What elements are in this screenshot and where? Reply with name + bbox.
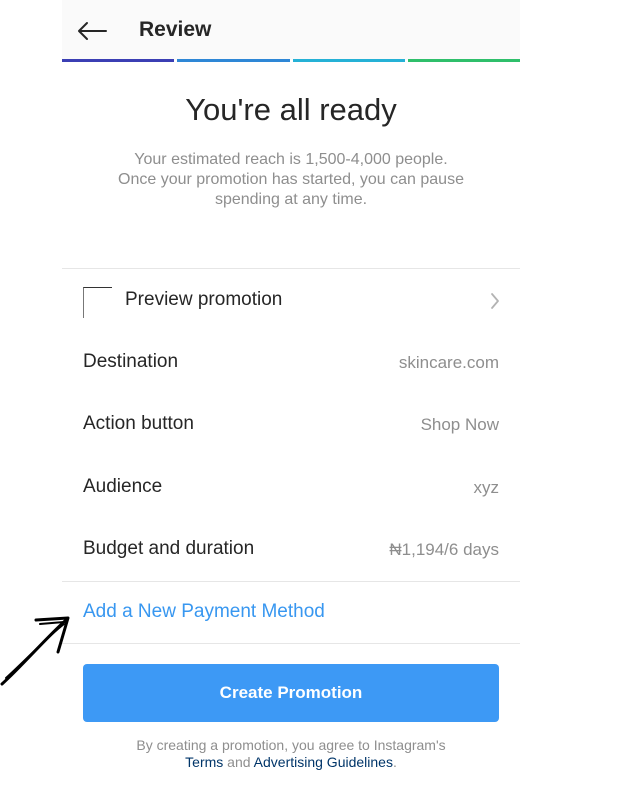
hand-drawn-arrow-annotation [0,616,70,686]
divider [62,268,520,269]
preview-promotion-row[interactable]: Preview promotion [62,270,520,332]
divider [62,643,520,644]
progress-step-4 [407,59,520,62]
preview-thumbnail [83,287,112,318]
budget-duration-label: Budget and duration [83,538,255,559]
add-payment-method-link[interactable]: Add a New Payment Method [83,601,325,623]
reach-description: Your estimated reach is 1,500-4,000 peop… [87,150,495,210]
preview-promotion-label: Preview promotion [125,289,283,310]
budget-duration-value: ₦1,194/6 days [389,540,499,559]
legal-and-text: and [227,754,251,770]
chevron-right-icon [491,293,499,309]
reach-description-line: Once your promotion has started, you can… [118,171,464,188]
action-button-value: Shop Now [420,415,499,434]
back-arrow-icon [78,22,107,40]
destination-row[interactable]: Destination skincare.com [62,332,520,394]
legal-period: . [392,754,397,770]
ready-heading: You're all ready [185,92,397,127]
progress-step-2 [177,59,290,62]
audience-label: Audience [83,476,163,497]
action-button-label: Action button [83,413,194,434]
audience-value: xyz [473,478,500,497]
legal-notice-links: Terms and Advertising Guidelines. [62,754,520,771]
progress-step-1 [62,59,175,62]
audience-row[interactable]: Audience xyz [62,457,520,519]
destination-value: skincare.com [398,353,499,372]
legal-notice: By creating a promotion, you agree to In… [62,737,520,771]
top-bar: Review [62,0,520,60]
reach-description-line: Your estimated reach is 1,500-4,000 peop… [134,151,448,168]
review-screen: Review You're all ready Your estimated r… [62,0,520,793]
budget-duration-row[interactable]: Budget and duration ₦1,194/6 days [62,519,520,581]
back-button[interactable] [74,14,110,48]
step-progress-bar [62,59,520,63]
action-button-row[interactable]: Action button Shop Now [62,394,520,456]
reach-description-line: spending at any time. [214,191,368,208]
progress-step-3 [292,59,405,62]
legal-notice-line: By creating a promotion, you agree to In… [136,737,446,753]
advertising-guidelines-link[interactable]: Advertising Guidelines [254,754,393,770]
terms-link[interactable]: Terms [185,754,223,770]
destination-label: Destination [83,351,179,372]
create-promotion-button[interactable]: Create Promotion [83,664,499,722]
page-title: Review [139,18,212,41]
divider [62,581,520,582]
